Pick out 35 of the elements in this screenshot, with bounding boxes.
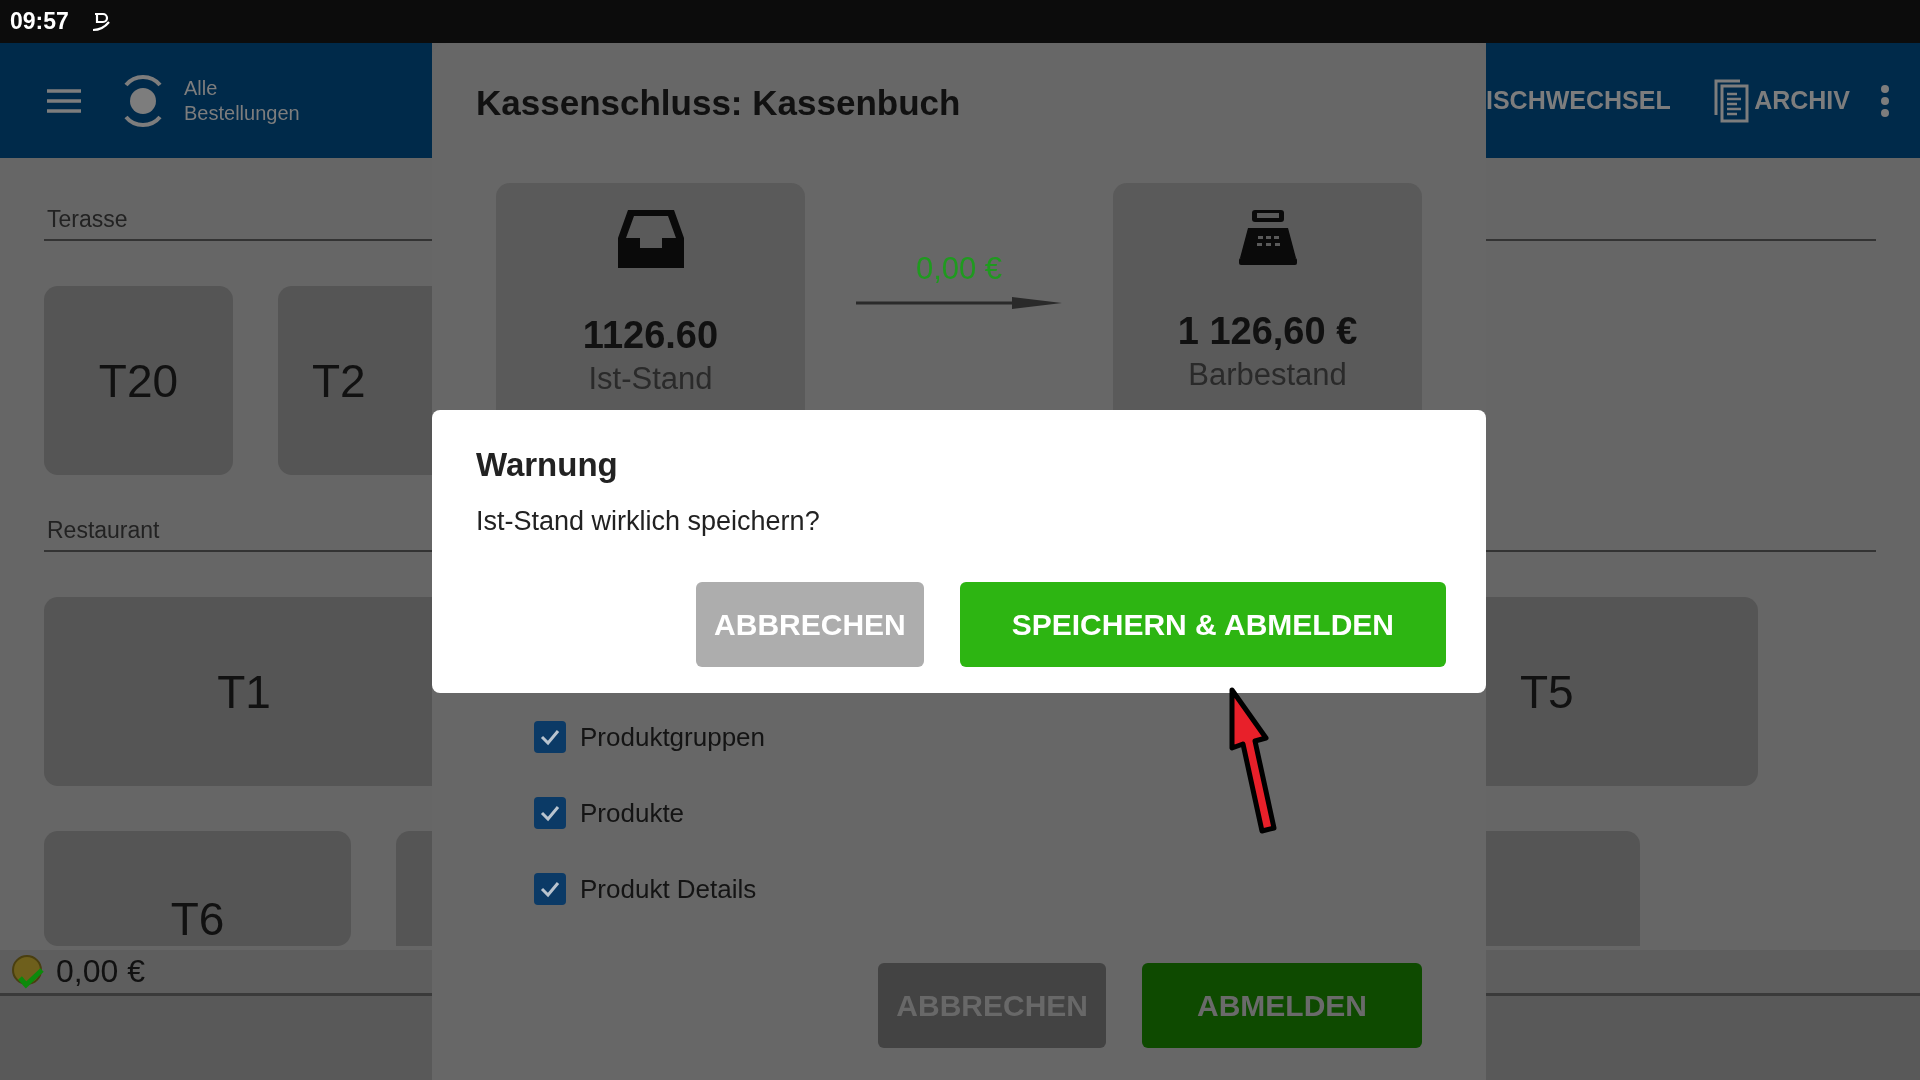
logout-button[interactable]: ABMELDEN bbox=[1142, 963, 1422, 1048]
check-icon bbox=[539, 728, 561, 746]
amount-value: 1 126,60 € bbox=[1177, 310, 1358, 353]
amount-value: 1126.60 bbox=[582, 314, 719, 357]
table-tile[interactable]: T1 bbox=[44, 597, 432, 786]
menu-button[interactable] bbox=[46, 87, 82, 114]
check-icon bbox=[539, 804, 561, 822]
check-icon bbox=[539, 880, 561, 898]
warning-title: Warnung bbox=[476, 446, 619, 484]
option-label: Produktgruppen bbox=[580, 721, 766, 753]
more-options-button[interactable] bbox=[1880, 84, 1890, 117]
option-label: Produkt Details bbox=[580, 873, 757, 905]
change-button[interactable]: ISCHWECHSEL bbox=[1486, 86, 1671, 115]
circle-logo-icon bbox=[122, 72, 164, 129]
difference-amount: 0,00 € bbox=[915, 251, 1003, 287]
save-logout-button[interactable]: SPEICHERN & ABMELDEN bbox=[959, 582, 1446, 667]
inbox-tray-icon bbox=[615, 208, 686, 270]
option-label: Produkte bbox=[580, 797, 685, 829]
checkbox[interactable] bbox=[534, 873, 566, 905]
warning-message: Ist-Stand wirklich speichern? bbox=[476, 506, 821, 537]
checkbox[interactable] bbox=[534, 721, 566, 753]
table-tile[interactable]: T6 bbox=[44, 831, 351, 946]
table-tile[interactable]: T5 bbox=[1486, 597, 1758, 786]
table-tile[interactable]: T20 bbox=[44, 286, 233, 475]
table-tile[interactable]: T2 bbox=[278, 286, 432, 475]
documents-icon bbox=[1714, 78, 1751, 123]
cancel-button[interactable]: ABBRECHEN bbox=[696, 582, 924, 667]
balance-amount: 0,00 € bbox=[56, 953, 145, 990]
checkbox[interactable] bbox=[534, 797, 566, 829]
dialog-title: Kassenschluss: Kassenbuch bbox=[476, 83, 962, 124]
order-filter-label[interactable]: Alle Bestellungen bbox=[184, 75, 314, 126]
archive-button[interactable]: ARCHIV bbox=[1714, 78, 1850, 123]
coin-check-icon bbox=[10, 953, 46, 990]
status-time: 09:57 bbox=[10, 8, 69, 35]
cash-register-icon bbox=[1237, 208, 1298, 266]
